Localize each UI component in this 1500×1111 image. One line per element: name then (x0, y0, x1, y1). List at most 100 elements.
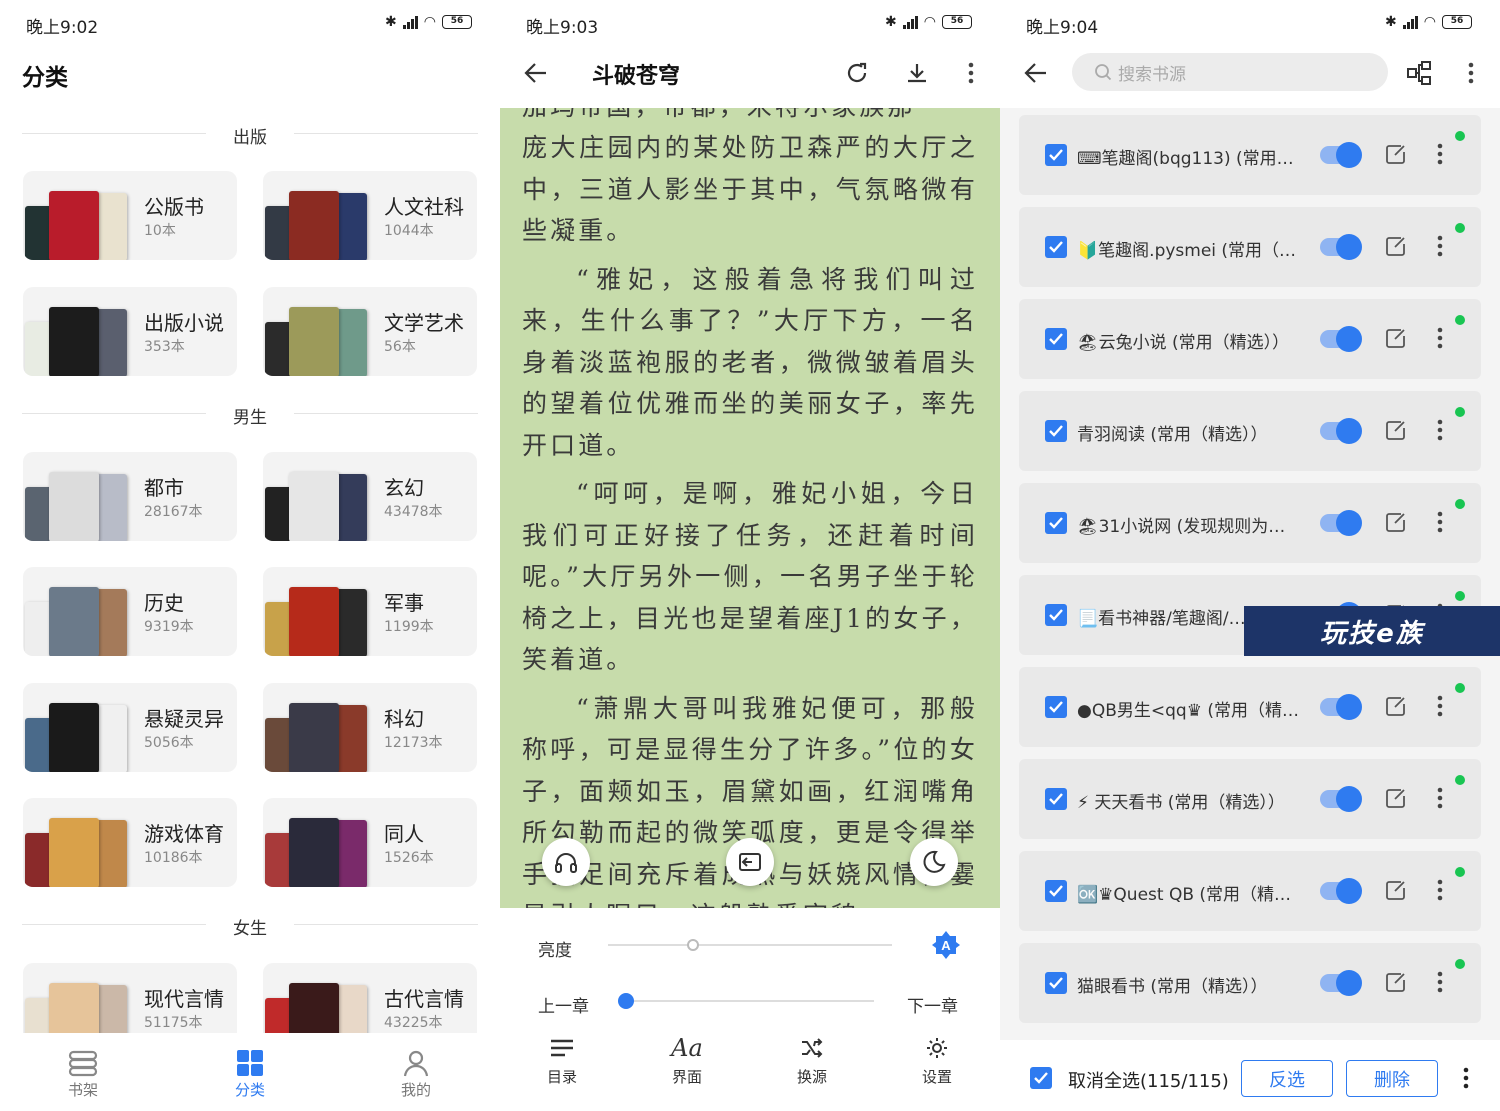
source-checkbox[interactable] (1045, 144, 1067, 166)
invert-selection-button[interactable]: 反选 (1241, 1060, 1333, 1097)
source-row[interactable]: 🆗♛Quest QB (常用（精… (1019, 851, 1481, 931)
category-card[interactable]: 都市 28167本 (23, 452, 237, 541)
category-card[interactable]: 游戏体育 10186本 (23, 798, 237, 887)
source-more-button[interactable] (1437, 235, 1443, 261)
exit-read-button[interactable] (726, 838, 774, 886)
category-card[interactable]: 文学艺术 56本 (263, 287, 477, 376)
source-more-button[interactable] (1437, 511, 1443, 537)
headphones-icon (555, 853, 577, 873)
source-more-button[interactable] (1437, 787, 1443, 813)
search-input[interactable]: 搜索书源 (1072, 53, 1388, 91)
chapter-slider[interactable] (624, 1000, 874, 1002)
source-row[interactable]: 🏖云兔小说 (常用（精选）） (1019, 299, 1481, 379)
status-dot (1455, 775, 1465, 785)
source-more-button[interactable] (1437, 695, 1443, 721)
source-toggle[interactable] (1320, 786, 1362, 812)
chapter-thumb[interactable] (618, 993, 634, 1009)
night-mode-button[interactable] (910, 838, 958, 886)
category-name: 玄幻 (384, 476, 424, 500)
edit-source-button[interactable] (1385, 419, 1407, 445)
group-button[interactable] (1404, 58, 1434, 88)
source-row[interactable]: ●QB男生<qq♛ (常用（精… (1019, 667, 1481, 747)
category-card[interactable]: 科幻 12173本 (263, 683, 477, 772)
source-checkbox[interactable] (1045, 880, 1067, 902)
nav-bookshelf[interactable]: 书架 (43, 1047, 123, 1100)
source-more-button[interactable] (1437, 971, 1443, 997)
source-more-button[interactable] (1437, 327, 1443, 353)
more-button[interactable] (1458, 58, 1484, 88)
source-checkbox[interactable] (1045, 328, 1067, 350)
category-card[interactable]: 同人 1526本 (263, 798, 477, 887)
source-row[interactable]: ⚡ 天天看书 (常用（精选）） (1019, 759, 1481, 839)
refresh-button[interactable] (842, 58, 872, 88)
category-card[interactable]: 公版书 10本 (23, 171, 237, 260)
source-more-button[interactable] (1437, 879, 1443, 905)
source-toggle[interactable] (1320, 510, 1362, 536)
category-count: 1199本 (384, 619, 434, 635)
edit-source-button[interactable] (1385, 971, 1407, 997)
nav-mine[interactable]: 我的 (376, 1047, 456, 1100)
source-toggle[interactable] (1320, 234, 1362, 260)
brightness-slider[interactable] (608, 944, 892, 946)
source-checkbox[interactable] (1045, 788, 1067, 810)
settings-button[interactable]: 设置 (897, 1030, 977, 1087)
category-card[interactable]: 人文社科 1044本 (263, 171, 477, 260)
source-checkbox[interactable] (1045, 604, 1067, 626)
nav-category[interactable]: 分类 (210, 1047, 290, 1100)
source-toggle[interactable] (1320, 326, 1362, 352)
source-row[interactable]: ⌨笔趣阁(bqg113) (常用（… (1019, 115, 1481, 195)
source-row[interactable]: 猫眼看书 (常用（精选）） (1019, 943, 1481, 1023)
source-more-button[interactable] (1437, 419, 1443, 445)
source-more-button[interactable] (1437, 143, 1443, 169)
footer-more-button[interactable] (1463, 1067, 1469, 1093)
edit-source-button[interactable] (1385, 787, 1407, 813)
source-row[interactable]: 青羽阅读 (常用（精选）） (1019, 391, 1481, 471)
source-toggle[interactable] (1320, 418, 1362, 444)
back-button[interactable] (1020, 58, 1052, 88)
category-count: 1526本 (384, 850, 434, 866)
category-card[interactable]: 历史 9319本 (23, 567, 237, 656)
ui-button[interactable]: Aa 界面 (647, 1030, 727, 1087)
delete-button[interactable]: 删除 (1346, 1060, 1438, 1097)
brightness-thumb[interactable] (687, 939, 700, 951)
category-card[interactable]: 悬疑灵异 5056本 (23, 683, 237, 772)
toc-button[interactable]: 目录 (522, 1030, 602, 1087)
source-checkbox[interactable] (1045, 236, 1067, 258)
next-chapter-button[interactable]: 下一章 (907, 992, 958, 1017)
source-checkbox[interactable] (1045, 512, 1067, 534)
prev-chapter-button[interactable]: 上一章 (538, 992, 589, 1017)
source-toggle[interactable] (1320, 694, 1362, 720)
category-card[interactable]: 军事 1199本 (263, 567, 477, 656)
select-all-checkbox[interactable] (1030, 1067, 1052, 1089)
category-card[interactable]: 玄幻 43478本 (263, 452, 477, 541)
change-source-button[interactable]: 换源 (772, 1030, 852, 1087)
more-button[interactable] (958, 58, 984, 88)
reader-content[interactable]: 加玛帝国，帝都，米特尔家族那 庞大庄园内的某处防卫森严的大厅之中，三道人影坐于其… (500, 108, 1000, 908)
category-count: 43225本 (384, 1015, 443, 1031)
source-toggle[interactable] (1320, 878, 1362, 904)
source-checkbox[interactable] (1045, 420, 1067, 442)
edit-source-button[interactable] (1385, 235, 1407, 261)
source-row[interactable]: 🔰笔趣阁.pysmei (常用（… (1019, 207, 1481, 287)
source-toggle[interactable] (1320, 142, 1362, 168)
category-name: 游戏体育 (144, 822, 224, 846)
edit-source-button[interactable] (1385, 695, 1407, 721)
edit-source-button[interactable] (1385, 511, 1407, 537)
source-row[interactable]: 🏖31小说网 (发现规则为… (1019, 483, 1481, 563)
category-count: 1044本 (384, 223, 434, 239)
source-name: ⌨笔趣阁(bqg113) (常用（… (1077, 149, 1307, 169)
source-checkbox[interactable] (1045, 972, 1067, 994)
source-name: 🔰笔趣阁.pysmei (常用（… (1077, 241, 1297, 261)
source-checkbox[interactable] (1045, 696, 1067, 718)
auto-brightness-button[interactable]: A (931, 930, 961, 960)
source-toggle[interactable] (1320, 970, 1362, 996)
download-button[interactable] (902, 58, 932, 88)
edit-source-button[interactable] (1385, 143, 1407, 169)
ui-label: 界面 (671, 1068, 702, 1086)
status-time: 晚上9:03 (526, 18, 599, 38)
edit-source-button[interactable] (1385, 879, 1407, 905)
back-button[interactable] (520, 58, 552, 88)
edit-source-button[interactable] (1385, 327, 1407, 353)
category-card[interactable]: 出版小说 353本 (23, 287, 237, 376)
listen-button[interactable] (542, 838, 590, 886)
